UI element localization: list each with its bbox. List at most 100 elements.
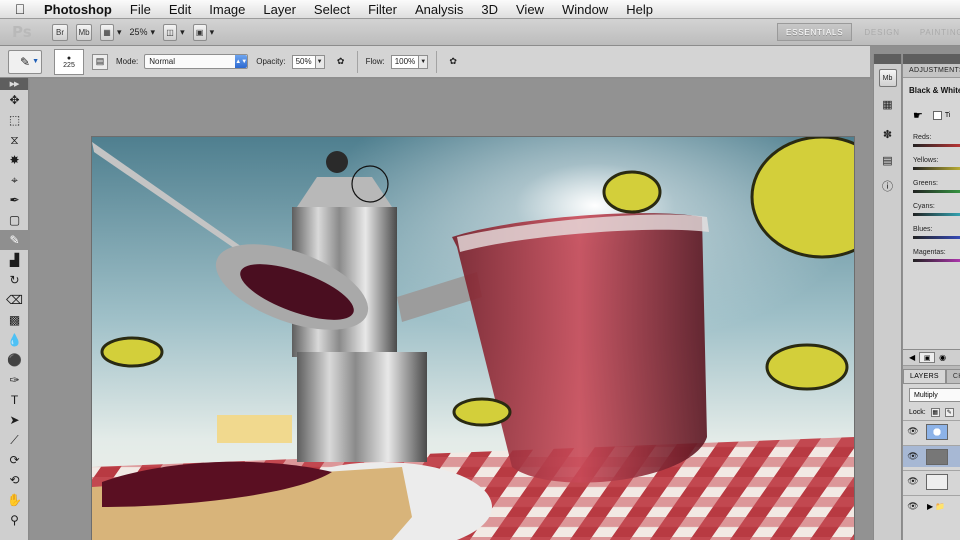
cyans-slider[interactable]	[913, 213, 960, 216]
blend-mode-select[interactable]: Multiply	[909, 388, 960, 402]
menu-filter[interactable]: Filter	[359, 2, 406, 17]
opacity-slider-toggle[interactable]: ▼	[315, 54, 325, 69]
apple-menu-icon[interactable]: 	[0, 1, 40, 17]
hand-tool-icon[interactable]: ✋	[0, 490, 29, 510]
eyedropper-tool-icon[interactable]: ✒	[0, 190, 29, 210]
path-selection-tool-icon[interactable]: ➤	[0, 410, 29, 430]
layer-row[interactable]: 👁	[903, 445, 960, 467]
gradient-tool-icon[interactable]: ▩	[0, 310, 29, 330]
zoom-tool-icon[interactable]: ⚲	[0, 510, 29, 530]
zoom-level: 25%	[129, 27, 148, 37]
brush-preset-picker[interactable]: ● 225	[54, 48, 84, 75]
flow-slider-toggle[interactable]: ▼	[419, 54, 429, 69]
view-extras-dropdown[interactable]: ▦ ▾	[100, 23, 122, 41]
greens-slider[interactable]	[913, 190, 960, 193]
document-image[interactable]	[92, 137, 854, 540]
mini-bridge-button[interactable]: Mb	[76, 23, 92, 41]
blur-tool-icon[interactable]: 💧	[0, 330, 29, 350]
menu-file[interactable]: File	[121, 2, 160, 17]
targeted-adjustment-icon[interactable]: ☛	[913, 109, 923, 122]
reds-slider[interactable]	[913, 144, 960, 147]
layer-row[interactable]: 👁	[903, 420, 960, 442]
dodge-tool-icon[interactable]: ⚫	[0, 350, 29, 370]
arrange-documents-dropdown[interactable]: ◫ ▾	[163, 23, 185, 41]
healing-brush-tool-icon[interactable]: ▢	[0, 210, 29, 230]
menu-help[interactable]: Help	[617, 2, 662, 17]
document-canvas[interactable]	[92, 137, 854, 540]
menu-image[interactable]: Image	[200, 2, 254, 17]
screen-mode-dropdown[interactable]: ▣ ▾	[192, 23, 214, 41]
menu-view[interactable]: View	[507, 2, 553, 17]
brush-panel-button[interactable]: ✽	[874, 122, 901, 146]
menu-bar:  Photoshop File Edit Image Layer Select…	[0, 0, 960, 19]
clone-stamp-tool-icon[interactable]: ▟	[0, 250, 29, 270]
pen-tool-icon[interactable]: ✑	[0, 370, 29, 390]
tint-checkbox-group[interactable]: Ti	[932, 111, 950, 120]
workspace-painting[interactable]: PAINTING	[912, 23, 960, 41]
eye-icon[interactable]: 👁	[903, 451, 923, 462]
panel-grip[interactable]: ▶▶	[0, 78, 28, 90]
zoom-level-dropdown[interactable]: 25% ▾	[130, 27, 156, 38]
flow-field[interactable]: 100%	[390, 54, 420, 69]
tab-layers[interactable]: LAYERS	[903, 369, 946, 383]
photoshop-logo: Ps	[12, 23, 32, 41]
menu-analysis[interactable]: Analysis	[406, 2, 472, 17]
menu-layer[interactable]: Layer	[254, 2, 305, 17]
brush-panel-toggle-icon[interactable]: ▤	[92, 53, 108, 70]
menu-app-name[interactable]: Photoshop	[40, 2, 121, 17]
eraser-tool-icon[interactable]: ⌫	[0, 290, 29, 310]
clip-to-layer-icon[interactable]: ▣	[919, 352, 936, 363]
airbrush-icon[interactable]: ✿	[445, 54, 461, 70]
history-brush-tool-icon[interactable]: ↻	[0, 270, 29, 290]
lasso-tool-icon[interactable]: ⧖	[0, 130, 29, 150]
history-panel-button[interactable]: ▦	[874, 92, 901, 116]
eye-icon[interactable]: 👁	[903, 476, 923, 487]
marquee-tool-icon[interactable]: ⬚	[0, 110, 29, 130]
menu-edit[interactable]: Edit	[160, 2, 200, 17]
lock-pixels-icon[interactable]: ✎	[944, 408, 954, 417]
workspace-design[interactable]: DESIGN	[856, 23, 907, 41]
tab-channels[interactable]: CH	[945, 369, 960, 383]
layer-group-row[interactable]: 👁 ▶ 📁	[903, 495, 960, 517]
panel-grip[interactable]	[903, 54, 960, 64]
magentas-slider[interactable]	[913, 259, 960, 262]
workspace-essentials[interactable]: ESSENTIALS	[777, 23, 853, 41]
eye-icon[interactable]: 👁	[903, 501, 923, 512]
collapsed-panels-strip: Mb ▦ ✽ ▤ ⓘ	[873, 54, 902, 540]
lock-transparency-icon[interactable]: ▦	[930, 408, 940, 417]
menu-select[interactable]: Select	[305, 2, 359, 17]
quick-selection-tool-icon[interactable]: ✸	[0, 150, 29, 170]
eye-icon[interactable]: 👁	[903, 426, 923, 437]
opacity-field[interactable]: 50%	[291, 54, 316, 69]
menu-window[interactable]: Window	[553, 2, 617, 17]
layer-row[interactable]: 👁	[903, 470, 960, 492]
line-tool-icon[interactable]: ⟋	[0, 430, 29, 450]
info-panel-button[interactable]: ⓘ	[874, 174, 901, 198]
tool-preset-picker[interactable]: ✎ ▼	[8, 49, 42, 74]
image-panel-button[interactable]: ▤	[874, 148, 901, 172]
pressure-opacity-icon[interactable]: ✿	[333, 54, 349, 70]
crop-tool-icon[interactable]: ⌖	[0, 170, 29, 190]
3d-orbit-tool-icon[interactable]: ⟲	[0, 470, 29, 490]
move-tool-icon[interactable]: ✥	[0, 90, 29, 110]
blues-slider[interactable]	[913, 236, 960, 239]
tint-checkbox[interactable]	[932, 111, 942, 120]
layer-thumbnail	[926, 448, 948, 465]
type-tool-icon[interactable]: T	[0, 390, 29, 410]
mini-bridge-panel-button[interactable]: Mb	[874, 66, 901, 90]
adjustments-tab[interactable]: ADJUSTMENTS	[903, 64, 960, 78]
options-divider	[356, 50, 358, 73]
menu-3d[interactable]: 3D	[472, 2, 507, 17]
application-bar: Ps Br Mb ▦ ▾ 25% ▾ ◫ ▾ ▣ ▾ ESSENTIALS DE…	[0, 19, 960, 46]
grid-icon: ▦	[100, 23, 114, 41]
3d-rotate-tool-icon[interactable]: ⟳	[0, 450, 29, 470]
bridge-button[interactable]: Br	[52, 23, 68, 41]
visibility-toggle-icon[interactable]: ◉	[939, 353, 946, 362]
panel-grip[interactable]	[874, 54, 901, 64]
back-arrow-icon[interactable]: ◀	[909, 353, 915, 362]
select-arrows-icon: ▲▼	[235, 55, 248, 68]
brush-tool-icon[interactable]: ✎	[0, 230, 29, 250]
canvas-area[interactable]	[30, 79, 873, 540]
mode-select[interactable]: Normal ▲▼	[144, 54, 249, 69]
yellows-slider[interactable]	[913, 167, 960, 170]
